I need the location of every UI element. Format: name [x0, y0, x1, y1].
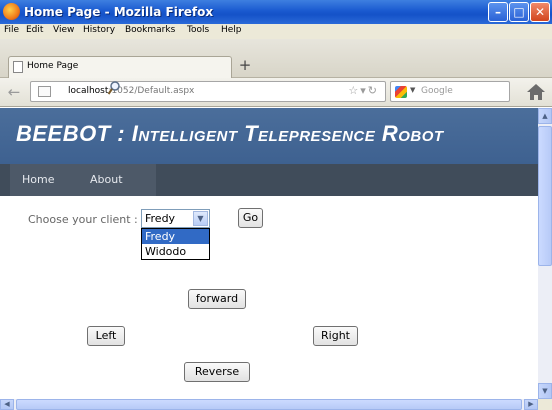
client-option-widodo[interactable]: Widodo — [142, 244, 209, 259]
home-icon[interactable] — [524, 82, 548, 102]
new-tab-button[interactable]: + — [234, 56, 256, 76]
menu-help[interactable]: Help — [221, 25, 242, 35]
go-button[interactable]: Go — [238, 208, 263, 228]
address-host: localhost — [68, 86, 109, 96]
client-select-label: Choose your client : — [28, 213, 138, 226]
url-controls: ☆▾↻ — [348, 84, 379, 97]
search-bar[interactable]: ▼ Google — [390, 81, 510, 102]
site-nav-menu: Home About — [10, 164, 156, 196]
scroll-right-icon[interactable]: ▶ — [524, 399, 538, 410]
menu-tools[interactable]: Tools — [187, 25, 209, 35]
maximize-button[interactable]: □ — [509, 2, 529, 22]
back-arrow-icon[interactable]: ← — [3, 83, 25, 101]
navigation-toolbar: ← localhost:1052/Default.aspx ☆▾↻ ▼ Goog… — [0, 78, 552, 107]
google-engine-icon[interactable] — [395, 86, 407, 98]
site-identity-icon[interactable] — [38, 86, 51, 97]
nav-link-about[interactable]: About — [90, 173, 123, 186]
minimize-button[interactable]: – — [488, 2, 508, 22]
address-bar[interactable]: localhost:1052/Default.aspx ☆▾↻ — [30, 81, 386, 102]
scroll-down-icon[interactable]: ▼ — [538, 383, 552, 399]
menu-history[interactable]: History — [83, 25, 115, 35]
address-text: localhost:1052/Default.aspx — [68, 86, 194, 96]
engine-dropdown-icon[interactable]: ▼ — [410, 86, 415, 94]
dropdown-arrow-icon[interactable]: ▾ — [360, 84, 368, 97]
client-select-value: Fredy — [145, 212, 176, 225]
site-nav: Home About — [0, 164, 538, 196]
page-viewport: BEEBOT : Intelligent Telepresence Robot … — [0, 108, 538, 399]
left-button[interactable]: Left — [87, 326, 125, 346]
site-banner: BEEBOT : Intelligent Telepresence Robot — [0, 108, 538, 164]
scrollbar-corner — [538, 399, 552, 410]
right-button[interactable]: Right — [313, 326, 358, 346]
client-option-fredy[interactable]: Fredy — [142, 229, 209, 244]
page-icon — [13, 61, 23, 73]
horizontal-scroll-thumb[interactable] — [16, 399, 522, 410]
search-icon[interactable] — [107, 80, 121, 96]
reverse-button[interactable]: Reverse — [184, 362, 250, 382]
menu-view[interactable]: View — [53, 25, 74, 35]
tab-label: Home Page — [27, 61, 79, 71]
client-select[interactable]: Fredy ▼ — [141, 209, 210, 228]
bookmark-star-icon[interactable]: ☆ — [348, 84, 360, 97]
window-title: Home Page - Mozilla Firefox — [24, 5, 214, 19]
horizontal-scrollbar[interactable]: ◀ ▶ — [0, 399, 538, 410]
minimize-icon: – — [495, 5, 501, 19]
vertical-scroll-thumb[interactable] — [538, 126, 552, 266]
menu-edit[interactable]: Edit — [26, 25, 43, 35]
firefox-logo-icon — [3, 3, 20, 20]
scroll-up-icon[interactable]: ▲ — [538, 108, 552, 124]
tab-home-page[interactable]: Home Page — [8, 56, 232, 78]
address-path: :1052/Default.aspx — [108, 86, 195, 96]
menu-bookmarks[interactable]: Bookmarks — [125, 25, 175, 35]
scroll-left-icon[interactable]: ◀ — [0, 399, 14, 410]
site-title: BEEBOT : Intelligent Telepresence Robot — [16, 121, 444, 146]
client-dropdown-list: Fredy Widodo — [141, 228, 210, 260]
menu-file[interactable]: File — [4, 25, 19, 35]
search-placeholder: Google — [421, 86, 453, 96]
reload-icon[interactable]: ↻ — [368, 84, 379, 97]
forward-button[interactable]: forward — [188, 289, 246, 309]
vertical-scrollbar[interactable]: ▲ ▼ — [538, 108, 552, 399]
menu-bar: File Edit View History Bookmarks Tools H… — [0, 24, 552, 39]
close-button[interactable]: ✕ — [530, 2, 550, 22]
chevron-down-icon[interactable]: ▼ — [193, 211, 208, 226]
window-titlebar: Home Page - Mozilla Firefox – □ ✕ — [0, 0, 552, 24]
close-icon: ✕ — [534, 5, 546, 19]
maximize-icon: □ — [513, 5, 525, 19]
nav-link-home[interactable]: Home — [22, 173, 54, 186]
